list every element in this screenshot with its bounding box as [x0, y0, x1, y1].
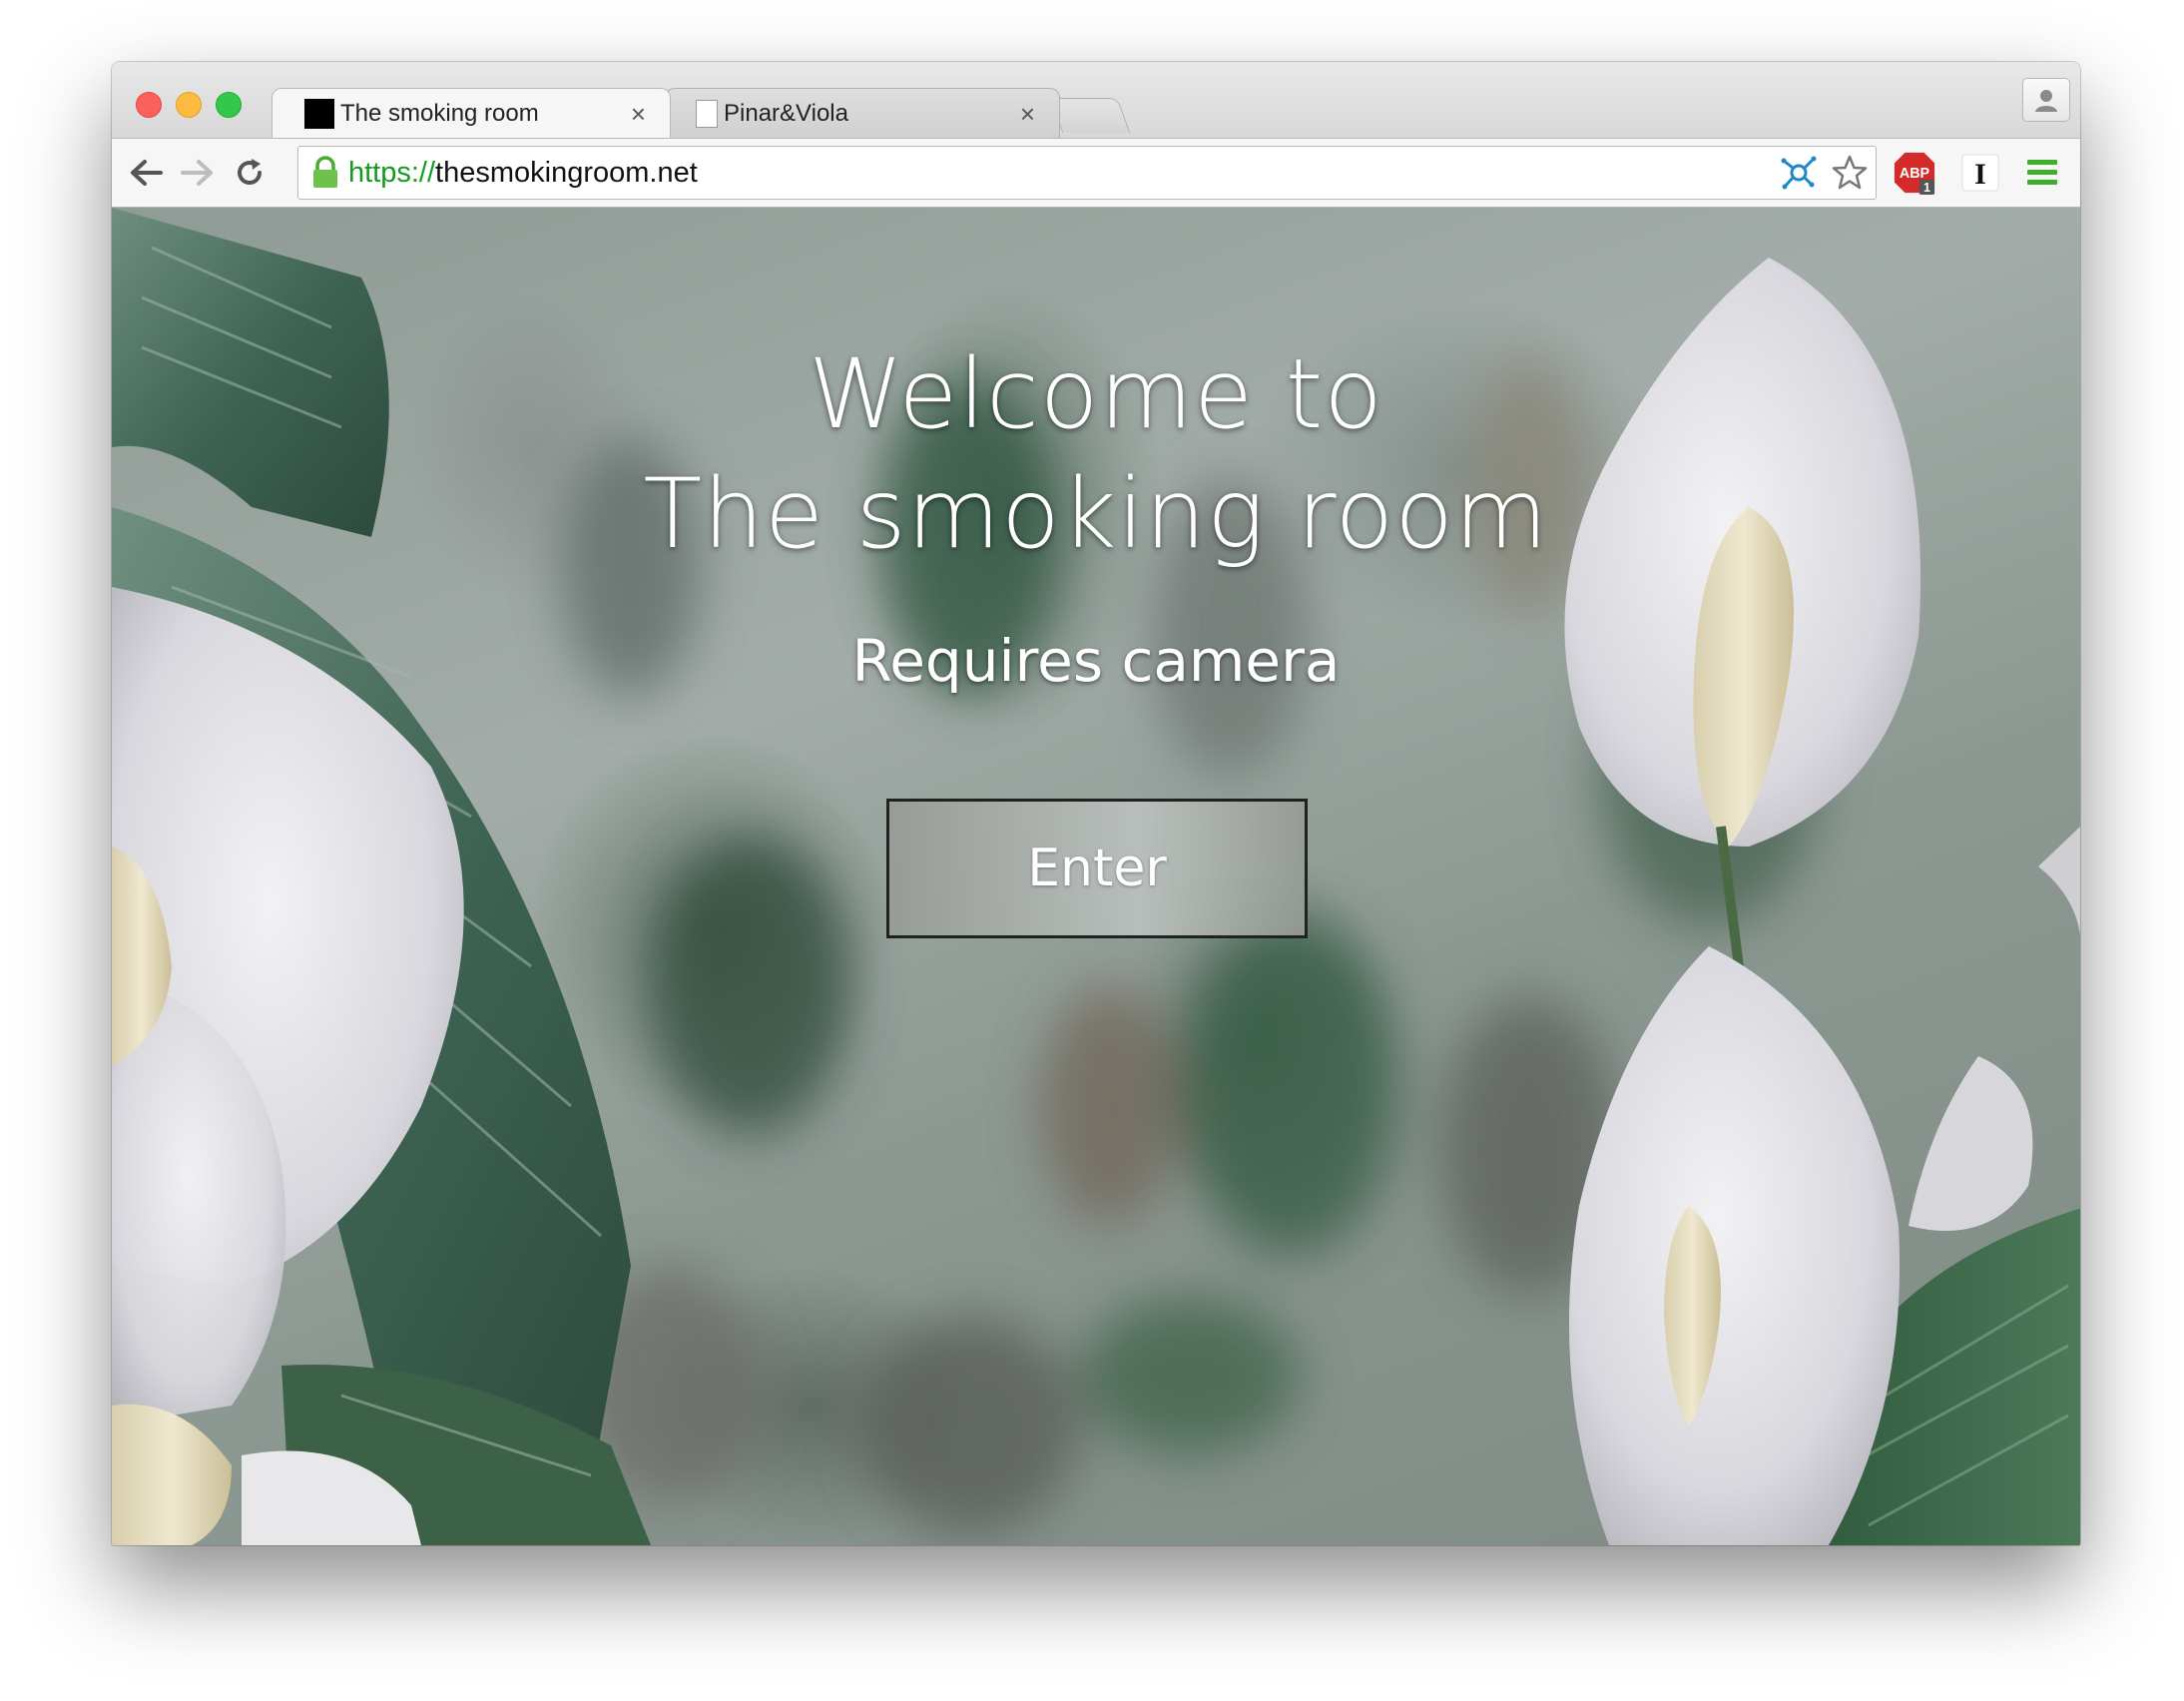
person-icon	[2035, 90, 2057, 112]
new-tab-button[interactable]	[1049, 98, 1131, 133]
zoom-window-button[interactable]	[216, 92, 242, 118]
back-button[interactable]	[126, 153, 166, 193]
toolbar: https://thesmokingroom.net ABP 1 I	[112, 138, 2080, 208]
url-text[interactable]: https://thesmokingroom.net	[348, 157, 698, 190]
forward-arrow-icon	[181, 160, 213, 186]
title-bar: The smoking room × Pinar&Viola ×	[112, 62, 2080, 138]
tab-close-icon[interactable]: ×	[631, 101, 646, 127]
bookmark-star-icon[interactable]	[1832, 155, 1868, 191]
page-viewport: Welcome to The smoking room Requires cam…	[112, 208, 2080, 1545]
chrome-menu-button[interactable]	[2020, 151, 2064, 195]
abp-count-badge: 1	[1923, 181, 1930, 195]
extension-network-icon[interactable]	[1780, 155, 1818, 191]
instapaper-icon: I	[1961, 154, 1999, 192]
tab-the-smoking-room[interactable]: The smoking room ×	[272, 88, 671, 138]
minimize-window-button[interactable]	[176, 92, 202, 118]
back-arrow-icon	[131, 160, 163, 186]
instapaper-label: I	[1974, 158, 1986, 191]
tab-label: The smoking room	[340, 99, 539, 127]
adblock-plus-icon: ABP 1	[1894, 152, 1935, 195]
tab-close-icon[interactable]: ×	[1020, 101, 1035, 127]
abp-label: ABP	[1900, 166, 1930, 182]
welcome-heading-line1: Welcome to	[808, 338, 1383, 450]
welcome-heading-line2: The smoking room	[643, 458, 1549, 570]
tab-label: Pinar&Viola	[724, 99, 848, 127]
url-scheme: https://	[348, 156, 436, 189]
close-window-button[interactable]	[136, 92, 162, 118]
url-host: thesmokingroom.net	[435, 156, 698, 189]
enter-button[interactable]: Enter	[886, 799, 1308, 938]
browser-window: The smoking room × Pinar&Viola × https:/…	[112, 62, 2080, 1545]
adblock-plus-button[interactable]: ABP 1	[1893, 151, 1936, 195]
reload-button[interactable]	[230, 153, 270, 193]
reload-icon	[238, 159, 262, 185]
black-square-favicon-icon	[304, 98, 334, 129]
address-bar[interactable]: https://thesmokingroom.net	[297, 146, 1877, 200]
address-bar-icons	[1780, 153, 1868, 193]
requires-camera-subheading: Requires camera	[851, 627, 1341, 695]
instapaper-button[interactable]: I	[1958, 151, 2002, 195]
secure-lock-icon	[310, 156, 340, 190]
hamburger-menu-icon	[2027, 160, 2057, 185]
profile-button[interactable]	[2022, 78, 2070, 122]
forward-button[interactable]	[178, 153, 218, 193]
tab-pinar-viola[interactable]: Pinar&Viola ×	[665, 88, 1060, 138]
document-favicon-icon	[696, 99, 718, 128]
